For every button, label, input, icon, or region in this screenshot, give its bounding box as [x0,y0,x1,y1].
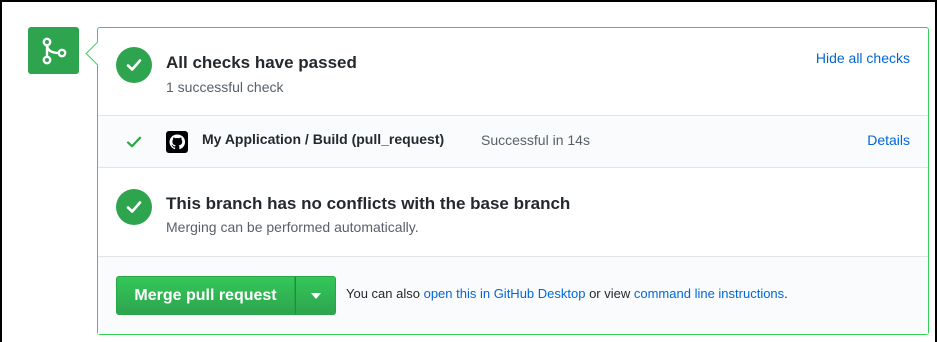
hide-all-checks-link[interactable]: Hide all checks [816,50,910,66]
check-icon [116,47,152,83]
triangle-down-icon [310,292,321,299]
merge-actions: Merge pull request You can also open thi… [98,257,928,334]
screenshot-frame: All checks have passed 1 successful chec… [0,0,937,342]
check-row: My Application / Build (pull_request) Su… [98,116,928,168]
merge-pull-request-button[interactable]: Merge pull request [116,276,295,315]
check-status: Successful in 14s [481,132,590,148]
merge-status-panel: All checks have passed 1 successful chec… [85,27,929,335]
check-icon [126,136,142,148]
merge-options-dropdown[interactable] [295,276,336,315]
help-prefix: You can also [346,286,424,301]
details-link[interactable]: Details [867,132,910,148]
check-name: My Application / Build (pull_request) [202,131,445,147]
conflicts-status: This branch has no conflicts with the ba… [98,168,928,257]
merge-help-text: You can also open this in GitHub Desktop… [346,286,788,301]
open-github-desktop-link[interactable]: open this in GitHub Desktop [424,286,586,301]
git-merge-icon [28,27,79,74]
help-middle: or view [585,286,634,301]
command-line-instructions-link[interactable]: command line instructions [634,286,784,301]
checks-summary: All checks have passed 1 successful chec… [98,28,928,116]
github-icon [166,131,188,153]
conflicts-subtitle: Merging can be performed automatically. [166,219,419,235]
merge-button-group: Merge pull request [116,276,336,315]
check-icon [116,189,152,225]
checks-subtitle: 1 successful check [166,79,284,95]
conflicts-title: This branch has no conflicts with the ba… [166,194,571,213]
help-suffix: . [784,286,788,301]
checks-title: All checks have passed [166,53,357,72]
